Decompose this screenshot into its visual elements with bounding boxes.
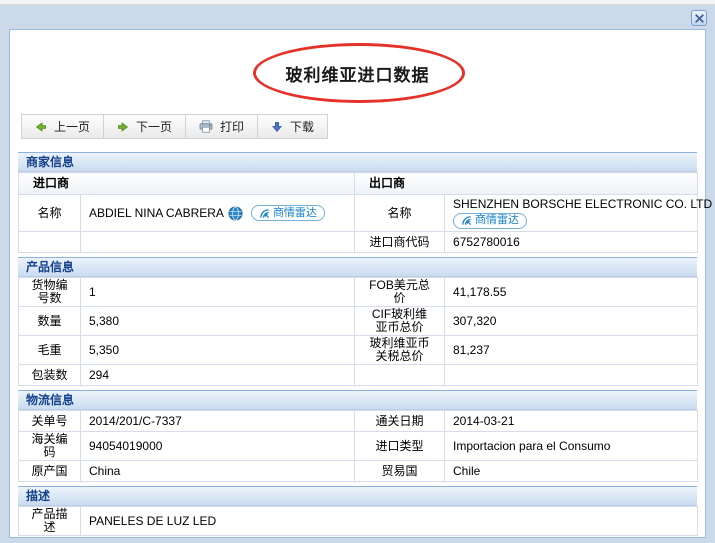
field-label: 包装数 <box>18 364 81 386</box>
radar-badge[interactable]: 商情雷达 <box>453 212 528 229</box>
field-value: 81,237 <box>444 335 698 365</box>
exporter-header-cell: 出口商 <box>354 172 699 195</box>
download-button[interactable]: 下载 <box>258 115 327 138</box>
section-product-info: 产品信息 货物编号数 1 FOB美元总价 41,178.55 数量 5,380 … <box>18 257 698 386</box>
printer-icon <box>199 120 213 133</box>
exporter-name-label: 名称 <box>354 194 446 232</box>
arrow-right-icon <box>117 121 129 133</box>
radar-badge-label: 商情雷达 <box>272 206 317 219</box>
field-label: 贸易国 <box>354 460 445 482</box>
importer-code-label: 进口商代码 <box>354 231 446 253</box>
field-value: Importacion para el Consumo <box>444 431 698 461</box>
window-top-strip <box>0 0 715 5</box>
field-label: 毛重 <box>18 335 81 365</box>
field-label: 玻利维亚币关税总价 <box>354 335 445 365</box>
empty-cell <box>79 231 356 253</box>
field-label <box>354 364 445 386</box>
importer-header-cell: 进口商 <box>17 172 356 195</box>
close-button[interactable] <box>691 10 707 26</box>
exporter-name: SHENZHEN BORSCHE ELECTRONIC CO. LTD <box>453 196 713 211</box>
field-label: 通关日期 <box>354 410 445 432</box>
globe-icon[interactable] <box>228 205 243 221</box>
field-value: 2014-03-21 <box>444 410 698 432</box>
table-row: 海关编码 94054019000 进口类型 Importacion para e… <box>18 431 698 461</box>
description-section-header: 描述 <box>18 486 697 506</box>
field-value: 5,380 <box>80 306 355 336</box>
radar-badge-label: 商情雷达 <box>475 214 520 227</box>
table-row: 毛重 5,350 玻利维亚币关税总价 81,237 <box>18 335 698 365</box>
exporter-name-cell: SHENZHEN BORSCHE ELECTRONIC CO. LTD 商情雷达 <box>444 194 712 232</box>
importer-name-label: 名称 <box>18 194 81 232</box>
table-row: 货物编号数 1 FOB美元总价 41,178.55 <box>18 277 698 307</box>
table-row: 名称 ABDIEL NINA CABRERA 商情雷达 名称 SHENZHEN … <box>18 194 712 232</box>
field-value: 307,320 <box>444 306 698 336</box>
page-title: 玻利维亚进口数据 <box>285 66 430 85</box>
field-value: 1 <box>80 277 355 307</box>
next-page-label: 下一页 <box>136 120 173 134</box>
merchant-table: 进口商 出口商 名称 ABDIEL NINA CABRERA 商情雷达 名称 S… <box>17 172 712 253</box>
logistics-table: 关单号 2014/201/C-7337 通关日期 2014-03-21 海关编码… <box>18 410 698 482</box>
importer-name-cell: ABDIEL NINA CABRERA 商情雷达 <box>79 194 356 232</box>
field-label: 关单号 <box>18 410 81 432</box>
arrow-left-icon <box>35 121 47 133</box>
field-label: 进口类型 <box>354 431 445 461</box>
field-label: FOB美元总价 <box>354 277 445 307</box>
field-label: 海关编码 <box>18 431 81 461</box>
section-merchant-info: 商家信息 进口商 出口商 名称 ABDIEL NINA CABRERA 商情雷达… <box>17 152 712 253</box>
description-table: 产品描述 PANELES DE LUZ LED <box>18 506 698 536</box>
field-label: 数量 <box>18 306 81 336</box>
merchant-section-header: 商家信息 <box>18 152 697 172</box>
table-row: 数量 5,380 CIF玻利维亚币总价 307,320 <box>18 306 698 336</box>
field-value <box>444 364 698 386</box>
section-logistics-info: 物流信息 关单号 2014/201/C-7337 通关日期 2014-03-21… <box>18 390 698 482</box>
table-row: 进口商 出口商 <box>17 172 699 195</box>
print-button[interactable]: 打印 <box>186 115 259 138</box>
field-label: 货物编号数 <box>18 277 81 307</box>
field-value: 41,178.55 <box>444 277 698 307</box>
arrow-down-icon <box>271 121 283 133</box>
section-description: 描述 产品描述 PANELES DE LUZ LED <box>18 486 698 536</box>
table-row: 产品描述 PANELES DE LUZ LED <box>18 506 698 536</box>
prev-page-label: 上一页 <box>54 120 91 134</box>
close-icon <box>694 13 704 23</box>
description-value: PANELES DE LUZ LED <box>80 506 698 536</box>
field-value: 294 <box>80 364 355 386</box>
print-label: 打印 <box>220 120 245 134</box>
description-label: 产品描述 <box>18 506 81 536</box>
radar-badge[interactable]: 商情雷达 <box>250 205 325 221</box>
table-row: 进口商代码 6752780016 <box>18 231 699 253</box>
field-label: 原产国 <box>18 460 81 482</box>
prev-page-button[interactable]: 上一页 <box>22 115 105 138</box>
importer-name: ABDIEL NINA CABRERA <box>89 205 224 220</box>
download-label: 下载 <box>290 120 315 134</box>
dialog-panel: 玻利维亚进口数据 上一页 下一页 打印 下载 商家信息 进口商 出口商 名称 A… <box>9 29 712 538</box>
radar-icon <box>461 215 472 226</box>
logistics-section-header: 物流信息 <box>18 390 697 410</box>
importer-code-value: 6752780016 <box>444 231 699 253</box>
product-section-header: 产品信息 <box>18 257 697 277</box>
field-value: 2014/201/C-7337 <box>80 410 355 432</box>
next-page-button[interactable]: 下一页 <box>104 115 187 138</box>
table-row: 关单号 2014/201/C-7337 通关日期 2014-03-21 <box>18 410 698 432</box>
field-label: CIF玻利维亚币总价 <box>354 306 445 336</box>
field-value: Chile <box>444 460 698 482</box>
field-value: China <box>80 460 355 482</box>
toolbar: 上一页 下一页 打印 下载 <box>21 114 329 139</box>
empty-cell <box>18 231 81 253</box>
field-value: 5,350 <box>80 335 355 365</box>
product-table: 货物编号数 1 FOB美元总价 41,178.55 数量 5,380 CIF玻利… <box>18 277 698 386</box>
radar-icon <box>259 208 270 219</box>
table-row: 包装数 294 <box>18 364 698 386</box>
table-row: 原产国 China 贸易国 Chile <box>18 460 698 482</box>
field-value: 94054019000 <box>80 431 355 461</box>
